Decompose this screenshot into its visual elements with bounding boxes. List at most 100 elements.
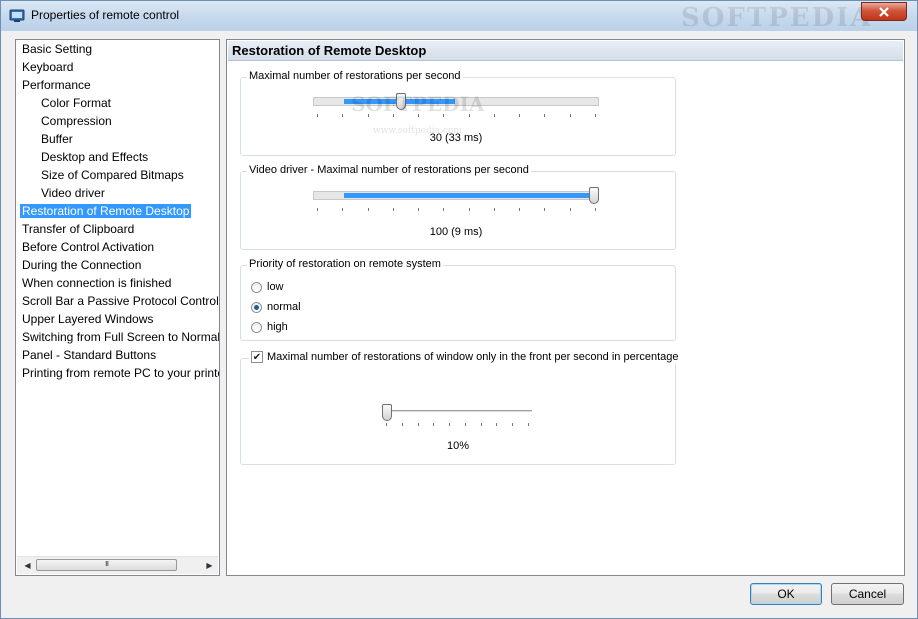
scroll-left-icon[interactable]: ◀ (19, 557, 36, 574)
tree-item-label: Upper Layered Windows (22, 312, 154, 326)
ok-button[interactable]: OK (750, 583, 822, 605)
tree-item[interactable]: Basic Setting (22, 40, 92, 58)
priority-normal-radio[interactable]: normal (251, 299, 301, 315)
priority-low-radio[interactable]: low (251, 279, 284, 295)
tree-item[interactable]: Transfer of Clipboard (22, 220, 134, 238)
tree-item-label: Compression (41, 114, 112, 128)
tree-item[interactable]: Restoration of Remote Desktop (20, 202, 192, 220)
slider-tick (519, 208, 521, 211)
tree-item-label: Switching from Full Screen to Normal (22, 330, 220, 344)
video-driver-slider-thumb[interactable] (589, 187, 599, 204)
tree-item-label: Transfer of Clipboard (22, 222, 135, 236)
window-front-checkbox[interactable]: ✔ Maximal number of restorations of wind… (249, 351, 681, 363)
slider-tick (443, 208, 445, 211)
window-front-group: ✔ Maximal number of restorations of wind… (240, 351, 681, 465)
tree-item-label: Scroll Bar a Passive Protocol Control (22, 294, 219, 308)
tree-item[interactable]: Upper Layered Windows (22, 310, 153, 328)
close-button[interactable] (861, 2, 907, 21)
tree-item[interactable]: Video driver (41, 184, 105, 202)
settings-tree[interactable]: Basic Setting Keyboard Performance Color Fo… (15, 39, 220, 576)
tree-item-label: Panel - Standard Buttons (22, 348, 157, 362)
scroll-grip: III (105, 561, 109, 568)
priority-group: Priority of restoration on remote system… (240, 258, 676, 341)
window-front-value: 10% (446, 440, 470, 452)
slider-tick (544, 114, 546, 117)
close-icon (879, 6, 889, 17)
slider-tick (544, 208, 546, 211)
radio-low-indicator[interactable] (251, 281, 262, 293)
slider-tick (464, 423, 466, 426)
priority-high-radio[interactable]: high (251, 319, 288, 335)
tree-item[interactable]: Color Format (41, 94, 111, 112)
video-driver-group: Video driver - Maximal number of restora… (240, 164, 676, 250)
scrollbar-thumb[interactable]: III (36, 559, 177, 571)
tree-item[interactable]: Keyboard (22, 58, 73, 76)
slider-tick (595, 208, 596, 211)
radio-normal-indicator[interactable] (251, 301, 262, 313)
tree-item-label: Color Format (41, 96, 112, 110)
slider-tick (342, 208, 344, 211)
slider-tick (342, 114, 344, 117)
video-driver-legend: Video driver - Maximal number of restora… (247, 164, 531, 176)
slider-tick (493, 208, 495, 211)
tree-item[interactable]: Printing from remote PC to your printer (22, 364, 219, 382)
tree-item[interactable]: Before Control Activation (22, 238, 154, 256)
slider-tick (386, 423, 387, 426)
tree-item[interactable]: When connection is finished (22, 274, 171, 292)
softpedia-watermark-mid: SOFTPEDIA (351, 92, 485, 116)
remote-control-app-icon (9, 9, 25, 22)
window-front-slider-thumb[interactable] (382, 404, 392, 421)
max-restorations-group: Maximal number of restorations per secon… (240, 70, 676, 156)
tree-item-label: Keyboard (22, 60, 74, 74)
priority-low-label: low (267, 281, 284, 293)
slider-tick (433, 423, 435, 426)
slider-tick (528, 423, 529, 426)
tree-item-label: Video driver (41, 186, 105, 200)
tree-item-label: During the Connection (22, 258, 142, 272)
slider-tick (496, 423, 498, 426)
window-front-checkbox-label: Maximal number of restorations of window… (267, 351, 679, 363)
tree-item[interactable]: Compression (41, 112, 112, 130)
panel-title: Restoration of Remote Desktop (232, 43, 427, 58)
tree-item[interactable]: Performance (22, 76, 91, 94)
cancel-button[interactable]: Cancel (831, 583, 904, 605)
tree-item[interactable]: Switching from Full Screen to Normal (22, 328, 220, 346)
priority-legend: Priority of restoration on remote system (247, 258, 443, 270)
softpedia-watermark: SOFTPEDIA (681, 3, 873, 33)
slider-tick (317, 114, 318, 117)
slider-tick (418, 208, 420, 211)
tree-item[interactable]: Panel - Standard Buttons (22, 346, 156, 364)
tree-item[interactable]: Size of Compared Bitmaps (41, 166, 184, 184)
slider-tick (569, 114, 571, 117)
panel-header: Restoration of Remote Desktop (228, 41, 903, 61)
radio-high-indicator[interactable] (251, 321, 262, 333)
title-bar[interactable]: Properties of remote control SOFTPEDIA (1, 1, 917, 33)
slider-tick (317, 208, 318, 211)
window-front-check-icon[interactable]: ✔ (251, 351, 263, 363)
slider-tick (401, 423, 403, 426)
slider-tick (480, 423, 482, 426)
slider-tick (449, 423, 451, 426)
slider-tick (392, 208, 394, 211)
tree-item-label: Before Control Activation (22, 240, 155, 254)
tree-item[interactable]: Scroll Bar a Passive Protocol Control (22, 292, 219, 310)
window-title: Properties of remote control (31, 8, 180, 22)
tree-item-label: Buffer (41, 132, 73, 146)
slider-tick (417, 423, 419, 426)
horizontal-scrollbar[interactable]: ◀ III ▶ (17, 556, 218, 574)
tree-item[interactable]: Desktop and Effects (41, 148, 148, 166)
priority-normal-label: normal (267, 301, 301, 313)
slider-tick (595, 114, 596, 117)
scroll-right-icon[interactable]: ▶ (201, 557, 218, 574)
tree-item-label: Desktop and Effects (41, 150, 149, 164)
tree-item[interactable]: Buffer (41, 130, 73, 148)
slider-tick (493, 114, 495, 117)
priority-high-label: high (267, 321, 288, 333)
window-front-track[interactable] (387, 410, 532, 413)
settings-panel: Restoration of Remote Desktop Maximal nu… (226, 39, 905, 576)
tree-item[interactable]: During the Connection (22, 256, 141, 274)
tree-item-label: Restoration of Remote Desktop (20, 204, 192, 218)
max-restorations-legend: Maximal number of restorations per secon… (247, 70, 463, 82)
slider-tick (569, 208, 571, 211)
slider-tick (468, 208, 470, 211)
